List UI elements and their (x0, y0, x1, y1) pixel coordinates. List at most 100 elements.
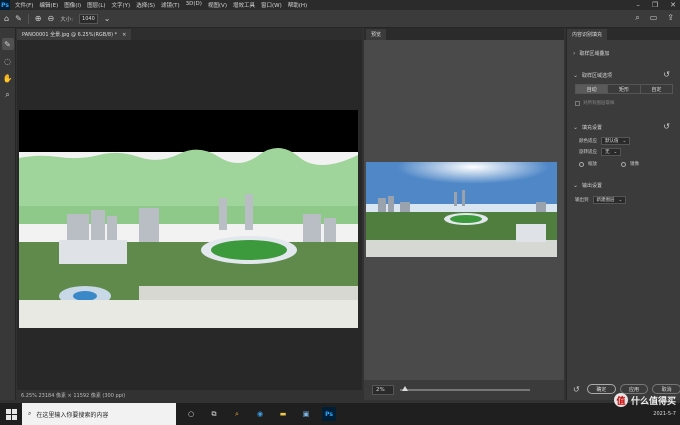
menu-type[interactable]: 文字(Y) (112, 1, 131, 9)
menu-filter[interactable]: 滤镜(T) (161, 1, 180, 9)
segment-rect[interactable]: 矩形 (608, 85, 641, 93)
zoom-slider-thumb[interactable] (402, 386, 408, 391)
chevron-down-icon[interactable]: ⌄ (104, 14, 111, 23)
chevron-down-icon: ⌄ (573, 72, 579, 79)
section-sample-options[interactable]: ⌄ 取样区域选项 (573, 72, 612, 79)
tools-panel: ✎ ◌ ✋ ⌕ (0, 28, 16, 400)
reset-icon[interactable]: ↺ (663, 70, 670, 79)
brush-icon[interactable]: ✎ (1, 38, 14, 50)
section-fill-settings[interactable]: ⌄ 填充设置 (573, 124, 602, 131)
window-controls: – ❐ ✕ (636, 0, 676, 10)
menu-view[interactable]: 视图(V) (208, 1, 227, 9)
sample-all-layers-checkbox[interactable]: 对所有图层取样 (575, 100, 615, 106)
tab-preview[interactable]: 预览 (366, 29, 387, 40)
search-icon: ⌕ (28, 410, 32, 417)
scale-radio[interactable] (579, 161, 584, 167)
workspace-icon[interactable]: ▭ (650, 13, 658, 23)
segment-auto[interactable]: 自动 (576, 85, 609, 93)
output-to-label: 输出到 (575, 198, 589, 203)
taskbar-search[interactable]: ⌕ 在这里输入你要搜索的内容 (22, 403, 176, 425)
tab-content-aware-fill[interactable]: 内容识别填充 (567, 29, 608, 40)
section-sample-overlay-label: 取样区域叠加 (579, 51, 610, 57)
menu-window[interactable]: 窗口(W) (261, 1, 282, 9)
checkbox-box[interactable] (575, 100, 580, 106)
zoom-icon[interactable]: ⌕ (2, 89, 14, 101)
minimize-icon[interactable]: – (636, 1, 640, 9)
props-tab-bar: 内容识别填充 (567, 28, 680, 40)
document-tab-title: PANO0001 全景.jpg @ 6.25%(RGB/8) * (22, 32, 118, 38)
rotate-adapt-select[interactable]: 无 ⌄ (601, 148, 622, 156)
windows-logo-icon (5, 408, 17, 420)
edge-icon[interactable]: ◉ (253, 407, 267, 421)
section-sample-overlay[interactable]: › 取样区域叠加 (573, 50, 609, 57)
menu-plugins[interactable]: 增效工具 (233, 1, 255, 9)
preview-image[interactable] (366, 162, 557, 257)
search-icon[interactable]: ⌕ (635, 13, 639, 23)
taskbar-date: 2021-5-7 (653, 410, 676, 417)
status-bar: 6.25% 23184 像素 × 11592 像素 (300 ppi) (17, 390, 362, 400)
chevron-right-icon: › (573, 50, 576, 57)
subtract-from-selection-icon[interactable]: ⊖ (47, 14, 54, 23)
menu-image[interactable]: 图像(I) (64, 1, 81, 9)
preview-body (364, 40, 564, 380)
section-output-settings[interactable]: ⌄ 输出设置 (573, 182, 602, 189)
search-app-icon[interactable]: ⌕ (230, 407, 244, 421)
document-window: PANO0001 全景.jpg @ 6.25%(RGB/8) * × 6.25%… (17, 28, 362, 400)
color-adapt-select[interactable]: 默认值 ⌄ (601, 137, 631, 145)
reset-icon[interactable]: ↺ (663, 122, 670, 131)
document-tab[interactable]: PANO0001 全景.jpg @ 6.25%(RGB/8) * × (17, 29, 132, 40)
close-icon[interactable]: × (122, 32, 126, 38)
color-adapt-label: 颜色适应 (579, 139, 597, 144)
photoshop-logo: Ps (0, 0, 10, 10)
home-icon[interactable]: ⌂ (4, 14, 9, 23)
reset-all-icon[interactable]: ↺ (573, 385, 583, 394)
mirror-radio[interactable] (621, 161, 626, 167)
start-button[interactable] (0, 403, 22, 425)
menu-3d[interactable]: 3D(D) (186, 1, 202, 9)
document-canvas[interactable] (19, 110, 358, 328)
output-to-select[interactable]: 新建图层 ⌄ (592, 196, 627, 204)
photos-icon[interactable]: ▣ (299, 407, 313, 421)
photoshop-taskbar-icon[interactable]: Ps (322, 407, 336, 421)
cortana-icon[interactable]: ○ (184, 407, 198, 421)
menu-select[interactable]: 选择(S) (136, 1, 155, 9)
scale-label: 缩放 (588, 162, 597, 167)
mirror-label: 镜像 (630, 162, 639, 167)
preview-zoom-row: 2% (364, 380, 564, 400)
options-right: ⌕ ▭ ⇪ (635, 13, 674, 23)
menu-layer[interactable]: 图层(L) (87, 1, 105, 9)
task-view-icon[interactable]: ⧉ (207, 407, 221, 421)
brush-tool-icon[interactable]: ✎ (15, 14, 22, 23)
section-output-label: 输出设置 (582, 183, 603, 189)
chevron-down-icon: ⌄ (622, 138, 627, 144)
chevron-down-icon: ⌄ (573, 182, 579, 189)
size-input[interactable]: 1040 (79, 13, 98, 24)
close-icon[interactable]: ✕ (670, 1, 676, 9)
zoom-slider[interactable] (400, 386, 530, 391)
windows-taskbar: ⌕ 在这里输入你要搜索的内容 ○ ⧉ ⌕ ◉ ▬ ▣ Ps 2021-5-7 (0, 403, 680, 425)
watermark-text: 什么值得买 (630, 396, 676, 407)
menu-file[interactable]: 文件(F) (15, 1, 33, 9)
share-icon[interactable]: ⇪ (667, 13, 674, 23)
rotate-adapt-value: 无 (605, 150, 610, 155)
menu-bar: Ps 文件(F) 编辑(E) 图像(I) 图层(L) 文字(Y) 选择(S) 滤… (0, 0, 680, 10)
file-explorer-icon[interactable]: ▬ (276, 407, 290, 421)
lasso-icon[interactable]: ◌ (2, 55, 14, 67)
menu-edit[interactable]: 编辑(E) (39, 1, 58, 9)
rotate-adapt-label: 旋转适应 (579, 150, 597, 155)
scale-mirror-row: 缩放 镜像 (579, 161, 639, 167)
menu-help[interactable]: 帮助(H) (288, 1, 307, 9)
ok-button[interactable]: 确定 (587, 384, 616, 394)
maximize-icon[interactable]: ❐ (652, 1, 658, 9)
segment-custom[interactable]: 自定 (641, 85, 672, 93)
zoom-input[interactable]: 2% (372, 385, 394, 395)
chevron-down-icon: ⌄ (573, 124, 579, 131)
document-tab-bar: PANO0001 全景.jpg @ 6.25%(RGB/8) * × (17, 28, 362, 40)
color-adapt-row: 颜色适应 默认值 ⌄ (579, 137, 631, 145)
color-adapt-value: 默认值 (605, 139, 619, 144)
content-aware-fill-panel: 内容识别填充 › 取样区域叠加 ⌄ 取样区域选项 ↺ 自动 矩形 自定 对所有图… (566, 28, 680, 400)
options-divider (27, 13, 29, 24)
chevron-down-icon: ⌄ (613, 149, 618, 155)
hand-icon[interactable]: ✋ (2, 72, 14, 84)
add-to-selection-icon[interactable]: ⊕ (35, 14, 42, 23)
